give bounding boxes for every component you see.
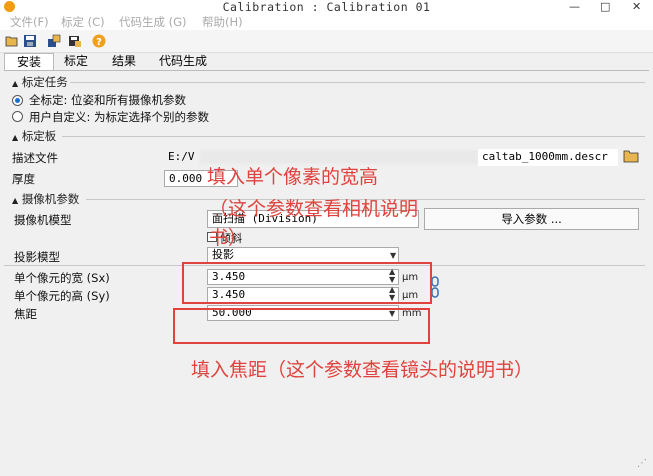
menu-file[interactable]: 文件(F): [10, 14, 49, 30]
import-params-button[interactable]: 导入参数 ...: [424, 208, 639, 230]
focus-highlight-box: [173, 308, 430, 344]
maximize-button[interactable]: □: [600, 0, 610, 13]
save-calib-icon[interactable]: [68, 34, 82, 48]
load-calib-icon[interactable]: [47, 34, 61, 48]
camera-model-label: 摄像机模型: [14, 213, 72, 227]
desc-file-name: caltab_1000mm.descr: [478, 149, 618, 166]
sx-label: 单个像元的宽 (Sx): [14, 271, 110, 285]
tab-calibrate[interactable]: 标定: [56, 53, 96, 70]
projection-label: 投影模型: [14, 250, 60, 264]
radio-custom-calibration[interactable]: [12, 111, 23, 122]
menu-calibrate[interactable]: 标定 (C): [61, 14, 105, 30]
divider: [62, 136, 645, 137]
full-calibration-label: 全标定: 位姿和所有摄像机参数: [29, 93, 187, 107]
minimize-button[interactable]: —: [569, 0, 580, 13]
svg-text:?: ?: [96, 37, 102, 48]
browse-folder-icon[interactable]: [623, 149, 639, 163]
tab-results[interactable]: 结果: [104, 53, 144, 70]
close-button[interactable]: ✕: [632, 0, 641, 13]
camera-section-header[interactable]: ▲ 摄像机参数: [12, 191, 79, 207]
pixel-annotation-line1: 填入单个像素的宽高: [207, 166, 379, 188]
radio-full-calibration[interactable]: [12, 95, 23, 106]
resize-grip-icon[interactable]: ⋰: [637, 458, 647, 469]
collapse-icon: ▲: [12, 79, 19, 88]
plate-section-header[interactable]: ▲ 标定板: [12, 128, 56, 144]
divider: [70, 82, 645, 83]
menu-codegen[interactable]: 代码生成 (G): [119, 14, 187, 30]
menu-help[interactable]: 帮助(H): [202, 14, 243, 30]
help-icon[interactable]: ?: [92, 34, 106, 48]
focus-label: 焦距: [14, 307, 37, 321]
task-section-header[interactable]: ▲ 标定任务: [12, 74, 68, 90]
pixel-size-highlight-box: [182, 262, 432, 304]
tab-codegen[interactable]: 代码生成: [150, 53, 216, 70]
custom-calibration-label: 用户自定义: 为标定选择个别的参数: [29, 110, 210, 124]
window-title: Calibration : Calibration 01: [222, 0, 431, 14]
pixel-annotation-line3: 书）: [209, 227, 248, 249]
open-folder-icon[interactable]: [5, 34, 19, 48]
save-icon[interactable]: [23, 34, 37, 48]
thickness-label: 厚度: [12, 172, 35, 186]
collapse-icon: ▲: [12, 133, 19, 142]
pixel-annotation-line2: （这个参数查看相机说明: [209, 198, 419, 220]
tab-install[interactable]: 安装: [4, 53, 54, 71]
collapse-icon: ▲: [12, 196, 19, 205]
sy-label: 单个像元的高 (Sy): [14, 289, 110, 303]
focus-annotation: 填入焦距（这个参数查看镜头的说明书）: [191, 359, 534, 381]
dropdown-arrow-icon: ▼: [390, 251, 397, 260]
desc-file-label: 描述文件: [12, 151, 58, 165]
